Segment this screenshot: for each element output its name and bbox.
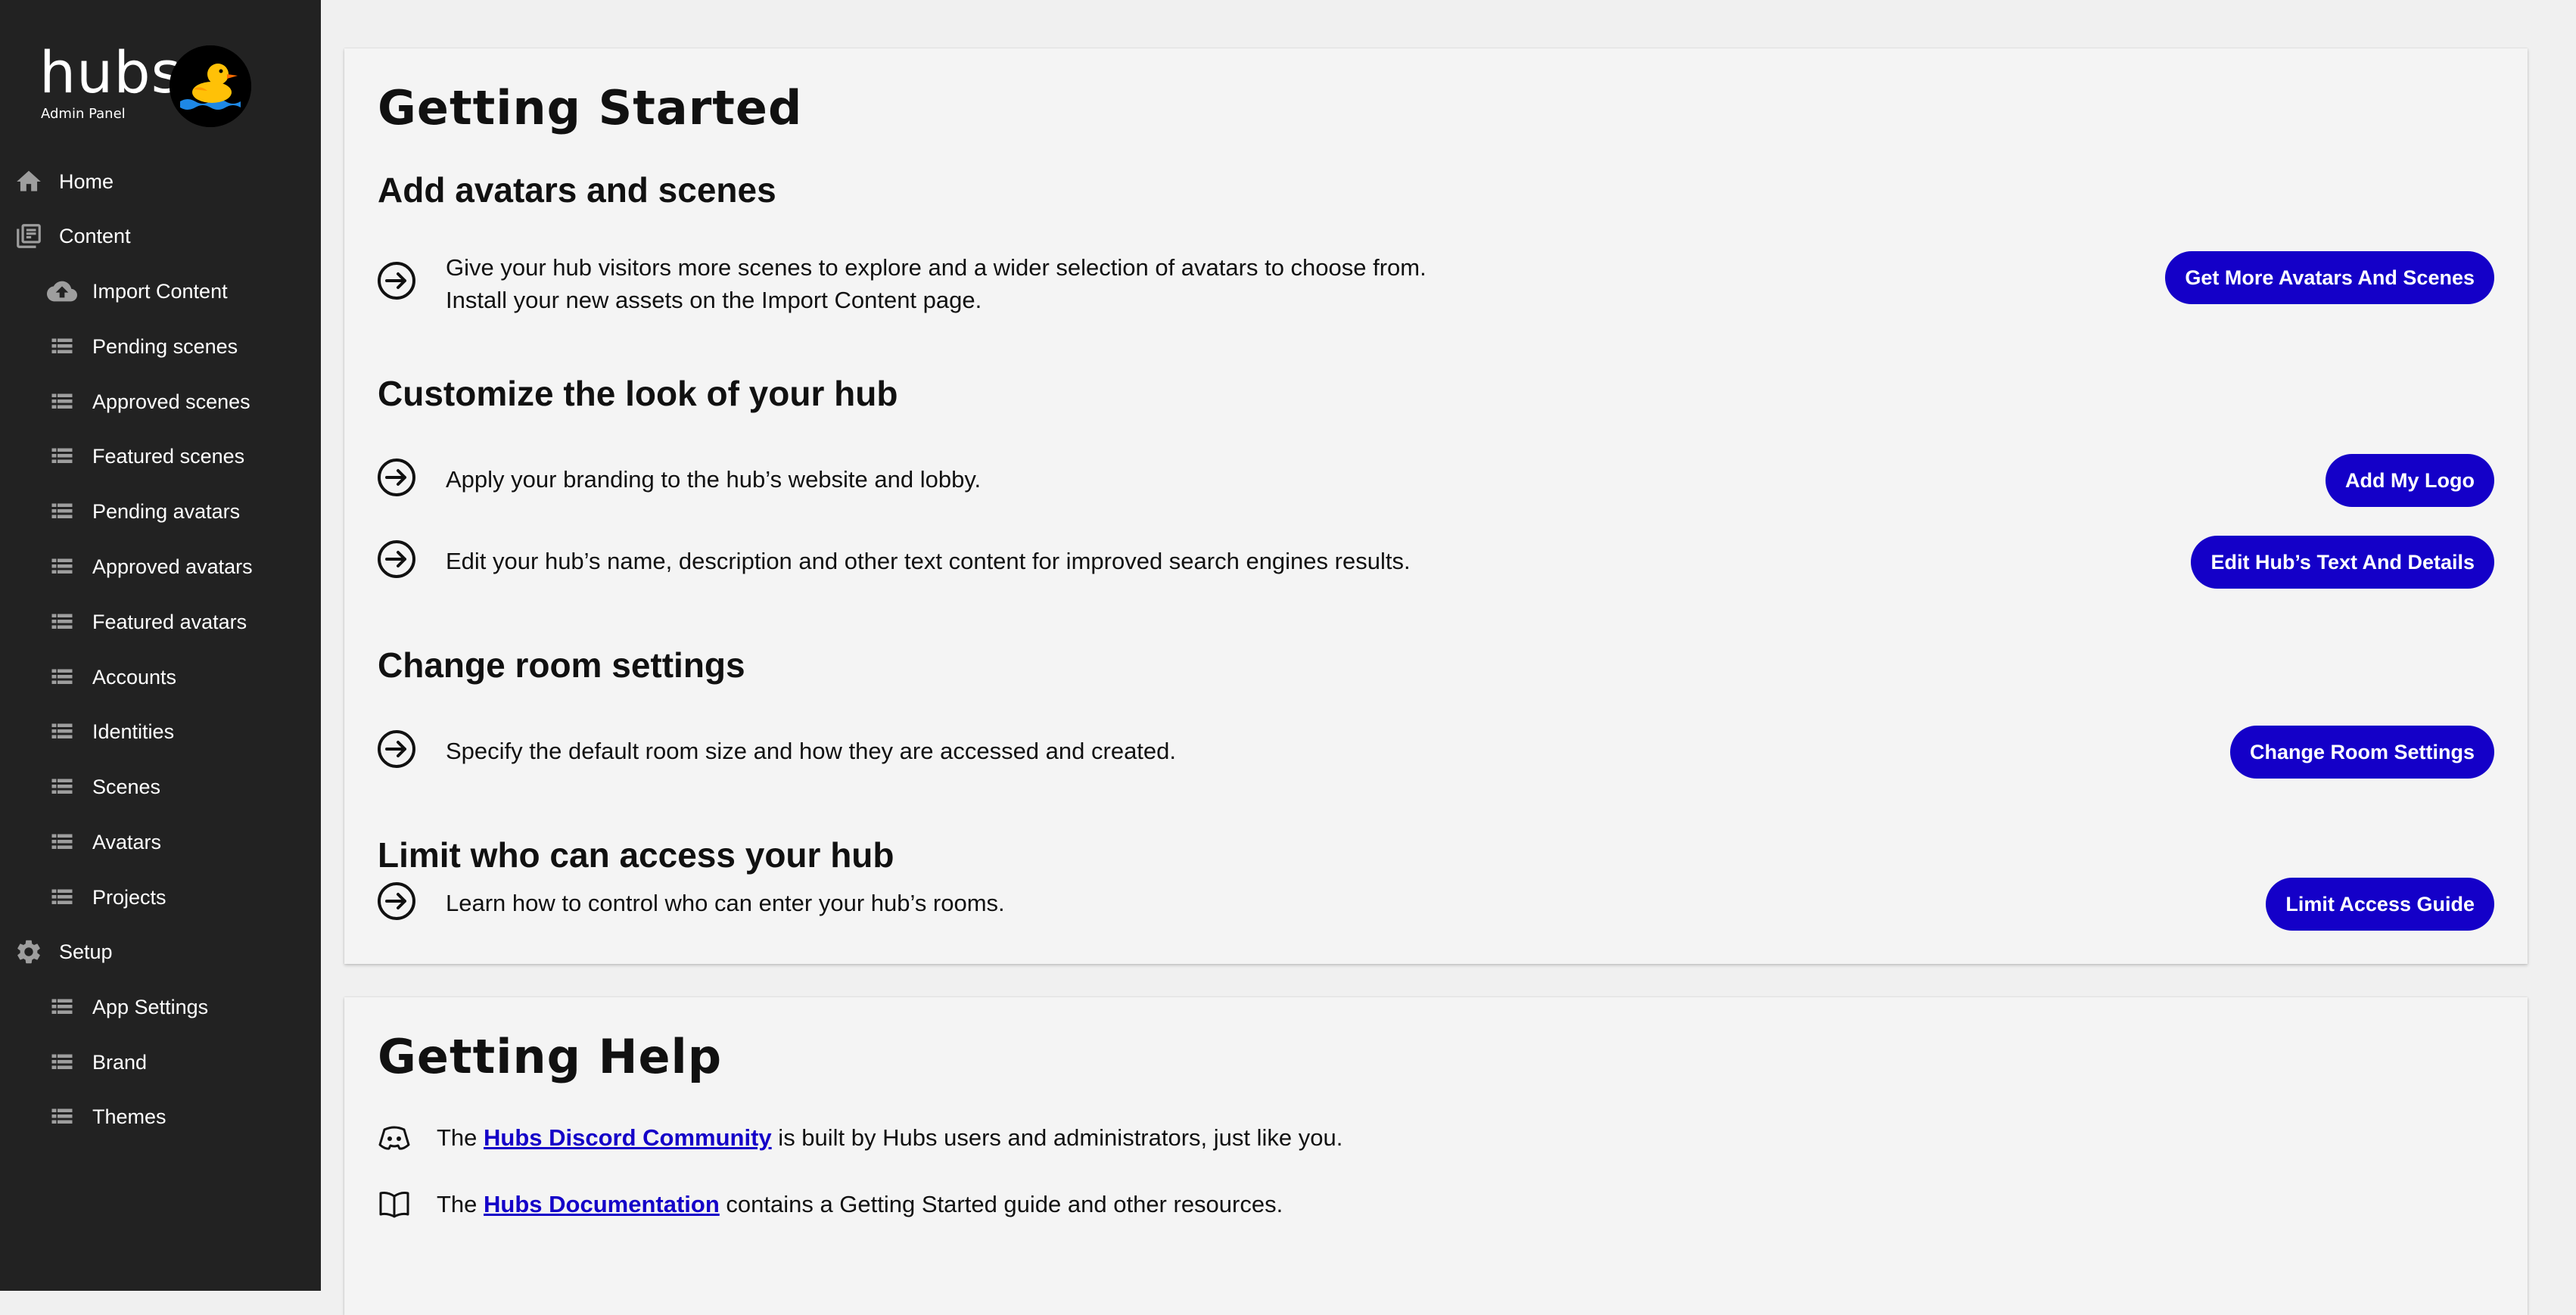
discord-community-link[interactable]: Hubs Discord Community <box>484 1124 772 1152</box>
sidebar-item-identities[interactable]: Identities <box>0 709 321 754</box>
sidebar-item-label: Brand <box>92 1050 148 1074</box>
edit-hub-details-button[interactable]: Edit Hub’s Text And Details <box>2191 536 2494 589</box>
sidebar-item-home[interactable]: Home <box>0 159 321 204</box>
book-open-icon <box>378 1188 411 1221</box>
list-icon <box>47 552 77 582</box>
sidebar-item-label: Featured scenes <box>92 444 245 468</box>
discord-icon <box>378 1121 411 1155</box>
sidebar-item-label: Featured avatars <box>92 610 247 633</box>
list-icon <box>47 496 77 527</box>
section-heading-room: Change room settings <box>378 645 745 685</box>
room-description: Specify the default room size and how th… <box>446 738 1177 764</box>
list-icon <box>47 827 77 857</box>
discord-help-row: The Hubs Discord Community is built by H… <box>378 1121 1342 1155</box>
home-icon <box>14 166 44 197</box>
list-icon <box>47 607 77 637</box>
details-description: Edit your hub’s name, description and ot… <box>446 548 1411 574</box>
sidebar-item-label: Themes <box>92 1105 166 1128</box>
list-icon <box>47 717 77 747</box>
list-icon <box>47 441 77 471</box>
sidebar-item-pending-avatars[interactable]: Pending avatars <box>0 489 321 534</box>
gear-icon <box>14 937 44 967</box>
getting-started-card: Getting Started Add avatars and scenes G… <box>344 48 2528 964</box>
list-icon <box>47 992 77 1022</box>
sidebar-item-app-settings[interactable]: App Settings <box>0 984 321 1030</box>
getting-help-card: Getting Help The Hubs Discord Community … <box>344 997 2528 1315</box>
sidebar: hubs Admin Panel Home Content Import Con… <box>0 0 321 1291</box>
change-room-settings-button[interactable]: Change Room Settings <box>2229 726 2494 779</box>
arrow-circle-right-icon <box>376 729 417 769</box>
section-heading-avatars: Add avatars and scenes <box>378 170 776 210</box>
arrow-circle-right-icon <box>376 457 417 498</box>
sidebar-item-accounts[interactable]: Accounts <box>0 654 321 700</box>
sidebar-item-projects[interactable]: Projects <box>0 875 321 920</box>
sidebar-item-label: Avatars <box>92 830 162 853</box>
avatars-description-line1: Give your hub visitors more scenes to ex… <box>446 254 1426 281</box>
sidebar-item-label: Setup <box>59 940 113 963</box>
library-icon <box>14 221 44 251</box>
list-icon <box>47 882 77 912</box>
sidebar-item-label: Approved scenes <box>92 390 250 413</box>
duck-icon <box>170 45 251 127</box>
hubs-logo[interactable]: hubs Admin Panel <box>39 44 251 127</box>
sidebar-item-scenes[interactable]: Scenes <box>0 764 321 810</box>
list-icon <box>47 331 77 362</box>
arrow-circle-right-icon <box>376 881 417 922</box>
sidebar-item-themes[interactable]: Themes <box>0 1094 321 1139</box>
list-icon <box>47 1102 77 1132</box>
sidebar-item-label: Approved avatars <box>92 555 253 578</box>
section-heading-customize: Customize the look of your hub <box>378 374 898 413</box>
hubs-documentation-link[interactable]: Hubs Documentation <box>484 1191 720 1218</box>
docs-prefix: The <box>437 1191 484 1217</box>
sidebar-item-label: Accounts <box>92 665 177 689</box>
docs-help-row: The Hubs Documentation contains a Gettin… <box>378 1188 1283 1221</box>
sidebar-item-featured-scenes[interactable]: Featured scenes <box>0 434 321 479</box>
list-icon <box>47 662 77 692</box>
sidebar-item-label: Pending scenes <box>92 334 238 358</box>
logo-subtitle: Admin Panel <box>41 106 126 122</box>
docs-suffix: contains a Getting Started guide and oth… <box>719 1191 1283 1217</box>
getting-started-title: Getting Started <box>378 80 803 135</box>
sidebar-item-label: Content <box>59 224 131 247</box>
get-more-avatars-button[interactable]: Get More Avatars And Scenes <box>2165 251 2494 304</box>
discord-prefix: The <box>437 1124 484 1151</box>
sidebar-item-avatars[interactable]: Avatars <box>0 819 321 865</box>
list-icon <box>47 387 77 417</box>
section-heading-access: Limit who can access your hub <box>378 835 894 875</box>
sidebar-item-label: Scenes <box>92 775 161 798</box>
sidebar-item-pending-scenes[interactable]: Pending scenes <box>0 324 321 369</box>
sidebar-item-label: Projects <box>92 885 166 909</box>
getting-help-title: Getting Help <box>378 1029 723 1084</box>
add-logo-button[interactable]: Add My Logo <box>2326 454 2494 507</box>
discord-suffix: is built by Hubs users and administrator… <box>771 1124 1343 1151</box>
access-description: Learn how to control who can enter your … <box>446 890 1005 916</box>
sidebar-item-label: App Settings <box>92 995 209 1018</box>
sidebar-item-label: Pending avatars <box>92 499 241 523</box>
sidebar-item-import-content[interactable]: Import Content <box>0 269 321 314</box>
avatars-description-line2: Install your new assets on the Import Co… <box>446 287 982 313</box>
sidebar-item-featured-avatars[interactable]: Featured avatars <box>0 599 321 645</box>
sidebar-item-label: Home <box>59 169 114 193</box>
logo-description: Apply your branding to the hub’s website… <box>446 466 982 493</box>
cloud-upload-icon <box>47 276 77 306</box>
arrow-circle-right-icon <box>376 539 417 580</box>
limit-access-guide-button[interactable]: Limit Access Guide <box>2266 878 2494 931</box>
sidebar-item-setup[interactable]: Setup <box>0 929 321 975</box>
list-icon <box>47 772 77 802</box>
sidebar-item-label: Import Content <box>92 279 228 303</box>
logo-wordmark: hubs <box>39 39 182 106</box>
sidebar-item-approved-scenes[interactable]: Approved scenes <box>0 379 321 424</box>
sidebar-item-content[interactable]: Content <box>0 213 321 259</box>
sidebar-item-label: Identities <box>92 720 175 743</box>
sidebar-item-approved-avatars[interactable]: Approved avatars <box>0 544 321 589</box>
list-icon <box>47 1047 77 1077</box>
sidebar-item-brand[interactable]: Brand <box>0 1040 321 1085</box>
arrow-circle-right-icon <box>376 260 417 301</box>
